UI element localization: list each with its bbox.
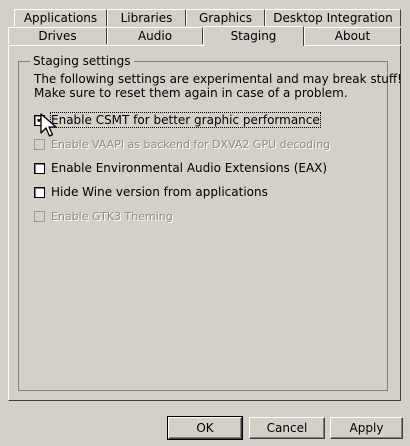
eax-label[interactable]: Enable Environmental Audio Extensions (E… xyxy=(51,161,327,175)
tab-about[interactable]: About xyxy=(304,27,401,44)
tab-libraries[interactable]: Libraries xyxy=(107,9,186,26)
option-hide-wine-version[interactable]: Hide Wine version from applications xyxy=(34,184,268,200)
tab-audio[interactable]: Audio xyxy=(107,27,203,44)
tab-staging[interactable]: Staging xyxy=(203,26,304,46)
gtk3-theming-checkbox xyxy=(34,210,45,222)
staging-settings-group xyxy=(18,61,388,391)
option-gtk3-theming: Enable GTK3 Theming xyxy=(34,208,173,224)
ok-button[interactable]: OK xyxy=(167,416,243,440)
tab-drives[interactable]: Drives xyxy=(8,27,107,44)
option-vaapi: Enable VAAPI as backend for DXVA2 GPU de… xyxy=(34,136,330,152)
apply-button[interactable]: Apply xyxy=(330,417,403,439)
group-title: Staging settings xyxy=(30,54,134,68)
tab-applications[interactable]: Applications xyxy=(14,9,107,26)
hide-wine-version-label[interactable]: Hide Wine version from applications xyxy=(51,185,268,199)
option-eax[interactable]: Enable Environmental Audio Extensions (E… xyxy=(34,160,327,176)
vaapi-label: Enable VAAPI as backend for DXVA2 GPU de… xyxy=(51,137,331,151)
eax-checkbox[interactable] xyxy=(34,162,45,174)
option-csmt[interactable]: ✔ Enable CSMT for better graphic perform… xyxy=(34,112,321,128)
description-line-2: Make sure to reset them again in case of… xyxy=(34,86,348,100)
mouse-cursor-icon xyxy=(40,113,57,137)
tab-desktop-integration[interactable]: Desktop Integration xyxy=(265,9,401,26)
cancel-button[interactable]: Cancel xyxy=(249,417,325,439)
gtk3-theming-label: Enable GTK3 Theming xyxy=(51,209,173,223)
csmt-label[interactable]: Enable CSMT for better graphic performan… xyxy=(50,112,321,128)
tab-graphics[interactable]: Graphics xyxy=(186,9,265,26)
hide-wine-version-checkbox[interactable] xyxy=(34,186,45,198)
description-line-1: The following settings are experimental … xyxy=(34,72,402,86)
vaapi-checkbox xyxy=(34,138,45,150)
